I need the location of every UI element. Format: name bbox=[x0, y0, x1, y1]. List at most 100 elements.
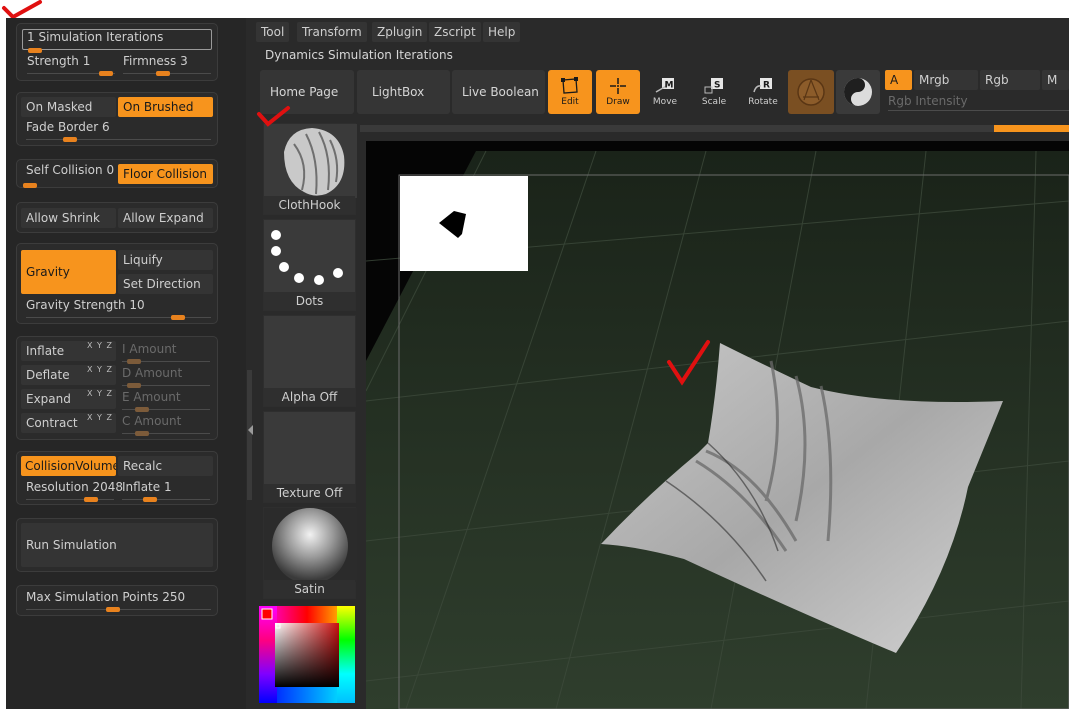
progress-indicator bbox=[994, 125, 1069, 132]
set-direction-button[interactable]: Set Direction bbox=[118, 274, 213, 294]
toolbar-divider bbox=[360, 125, 1069, 132]
rgb-toggle[interactable]: Rgb bbox=[980, 70, 1040, 90]
allow-expand-button[interactable]: Allow Expand bbox=[118, 208, 213, 228]
xyz-toggle[interactable]: X Y Z bbox=[87, 389, 113, 398]
texture-tray[interactable]: Texture Off bbox=[263, 411, 356, 503]
inflate-slider[interactable]: Inflate 1 bbox=[122, 480, 210, 502]
shrink-expand-group: Allow Shrink Allow Expand bbox=[16, 202, 218, 233]
slider-knob[interactable] bbox=[84, 497, 98, 502]
move-button[interactable]: M Move bbox=[643, 70, 687, 114]
menu-zscript[interactable]: Zscript bbox=[429, 22, 481, 42]
rotate-icon: R bbox=[753, 78, 772, 93]
clothhook-brush-tray[interactable]: ClothHook bbox=[263, 123, 357, 215]
firmness-label: Firmness bbox=[123, 54, 177, 68]
gravity-button[interactable]: Gravity bbox=[21, 250, 116, 294]
allow-shrink-button[interactable]: Allow Shrink bbox=[21, 208, 116, 228]
floor-collision-button[interactable]: Floor Collision bbox=[118, 164, 213, 184]
alpha-off-label: Alpha Off bbox=[264, 388, 355, 406]
collision-volume-button[interactable]: CollisionVolume bbox=[21, 456, 116, 476]
liquify-button[interactable]: Liquify bbox=[118, 250, 213, 270]
canvas-viewport[interactable] bbox=[366, 141, 1069, 709]
i-amount-slider: I Amount bbox=[122, 342, 210, 364]
gravity-strength-label: Gravity Strength bbox=[26, 298, 126, 312]
alpha-tray[interactable]: Alpha Off bbox=[263, 315, 356, 407]
resolution-label: Resolution bbox=[26, 480, 89, 494]
check-mark-icon bbox=[667, 340, 710, 386]
strength-label: Strength bbox=[27, 54, 79, 68]
xyz-toggle[interactable]: X Y Z bbox=[87, 413, 113, 422]
yin-yang-icon bbox=[844, 78, 872, 106]
menu-tool[interactable]: Tool bbox=[256, 22, 290, 42]
gravity-strength-slider[interactable]: Gravity Strength 10 bbox=[26, 298, 211, 320]
mask-group: On Masked On Brushed Fade Border 6 bbox=[16, 92, 218, 146]
resolution-slider[interactable]: Resolution 2048 bbox=[26, 480, 123, 502]
c-amount-slider: C Amount bbox=[122, 414, 210, 436]
inflate-label: Inflate bbox=[122, 480, 161, 494]
self-collision-slider[interactable]: Self Collision 0 bbox=[23, 163, 114, 188]
slider-knob[interactable] bbox=[170, 315, 185, 320]
fade-border-value: 6 bbox=[102, 120, 110, 134]
fade-border-slider[interactable]: Fade Border 6 bbox=[26, 120, 211, 142]
a-toggle[interactable]: A bbox=[885, 70, 912, 90]
xyz-toggle[interactable]: X Y Z bbox=[87, 365, 113, 374]
draw-label: Draw bbox=[606, 97, 630, 107]
run-simulation-button[interactable]: Run Simulation bbox=[21, 523, 213, 567]
rgb-intensity-slider[interactable]: Rgb Intensity bbox=[888, 94, 1069, 116]
move-key: M bbox=[665, 81, 674, 91]
slider-knob[interactable] bbox=[28, 48, 42, 53]
satin-label: Satin bbox=[264, 580, 355, 598]
on-masked-button[interactable]: On Masked bbox=[21, 97, 116, 117]
scale-label: Scale bbox=[701, 97, 727, 107]
slider-knob bbox=[127, 383, 141, 388]
title-bar: Dynamics Simulation Iterations bbox=[265, 48, 453, 62]
c-amount-label: C Amount bbox=[122, 414, 182, 428]
texture-off-label: Texture Off bbox=[264, 484, 355, 502]
e-amount-slider: E Amount bbox=[122, 390, 210, 412]
live-boolean-button[interactable]: Live Boolean bbox=[452, 70, 545, 114]
rotate-button[interactable]: R Rotate bbox=[741, 70, 785, 114]
strength-slider[interactable]: Strength 1 bbox=[27, 54, 115, 76]
max-points-value: 250 bbox=[162, 590, 186, 604]
slider-knob[interactable] bbox=[105, 607, 120, 612]
slider-knob[interactable] bbox=[23, 183, 37, 188]
d-amount-slider: D Amount bbox=[122, 366, 210, 388]
d-amount-label: D Amount bbox=[122, 366, 183, 380]
tray-splitter[interactable] bbox=[246, 370, 254, 500]
menu-help[interactable]: Help bbox=[483, 22, 521, 42]
mrgb-toggle[interactable]: Mrgb bbox=[914, 70, 978, 90]
firmness-slider[interactable]: Firmness 3 bbox=[123, 54, 211, 76]
edit-button[interactable]: Edit bbox=[548, 70, 592, 114]
fade-border-label: Fade Border bbox=[26, 120, 99, 134]
xyz-toggle[interactable]: X Y Z bbox=[87, 341, 113, 350]
shading-button[interactable] bbox=[836, 70, 880, 114]
draw-icon bbox=[610, 78, 626, 94]
m-toggle[interactable]: M bbox=[1042, 70, 1069, 90]
simulation-iterations-slider[interactable]: 1 Simulation Iterations bbox=[27, 30, 207, 53]
max-simulation-points-slider[interactable]: Max Simulation Points 250 bbox=[26, 590, 211, 612]
on-brushed-button[interactable]: On Brushed bbox=[118, 97, 213, 117]
slider-knob[interactable] bbox=[99, 71, 114, 76]
lightbox-button[interactable]: LightBox bbox=[357, 70, 450, 114]
draw-button[interactable]: Draw bbox=[596, 70, 640, 114]
material-tray[interactable]: Satin bbox=[263, 507, 357, 599]
slider-knob[interactable] bbox=[155, 71, 170, 76]
slider-knob[interactable] bbox=[63, 137, 78, 142]
recalc-button[interactable]: Recalc bbox=[118, 456, 213, 476]
move-icon: M bbox=[655, 78, 674, 93]
scale-button[interactable]: S Scale bbox=[692, 70, 736, 114]
material-button[interactable] bbox=[788, 70, 834, 114]
material-icon bbox=[797, 78, 825, 106]
stroke-tray[interactable]: Dots bbox=[263, 219, 356, 311]
color-wheel[interactable] bbox=[259, 606, 355, 703]
menu-transform[interactable]: Transform bbox=[297, 22, 367, 42]
strength-value: 1 bbox=[82, 54, 91, 68]
slider-knob[interactable] bbox=[143, 497, 157, 502]
simulation-group: 1 Simulation Iterations Strength 1 Firmn… bbox=[16, 23, 218, 81]
menu-zplugin[interactable]: Zplugin bbox=[372, 22, 428, 42]
scene-canvas[interactable] bbox=[366, 141, 1069, 709]
dots-stroke-icon bbox=[271, 230, 343, 285]
dynamics-panel: 1 Simulation Iterations Strength 1 Firmn… bbox=[6, 18, 246, 709]
slider-knob bbox=[135, 431, 149, 436]
current-color-swatch bbox=[261, 608, 273, 620]
color-picker[interactable] bbox=[259, 606, 355, 703]
